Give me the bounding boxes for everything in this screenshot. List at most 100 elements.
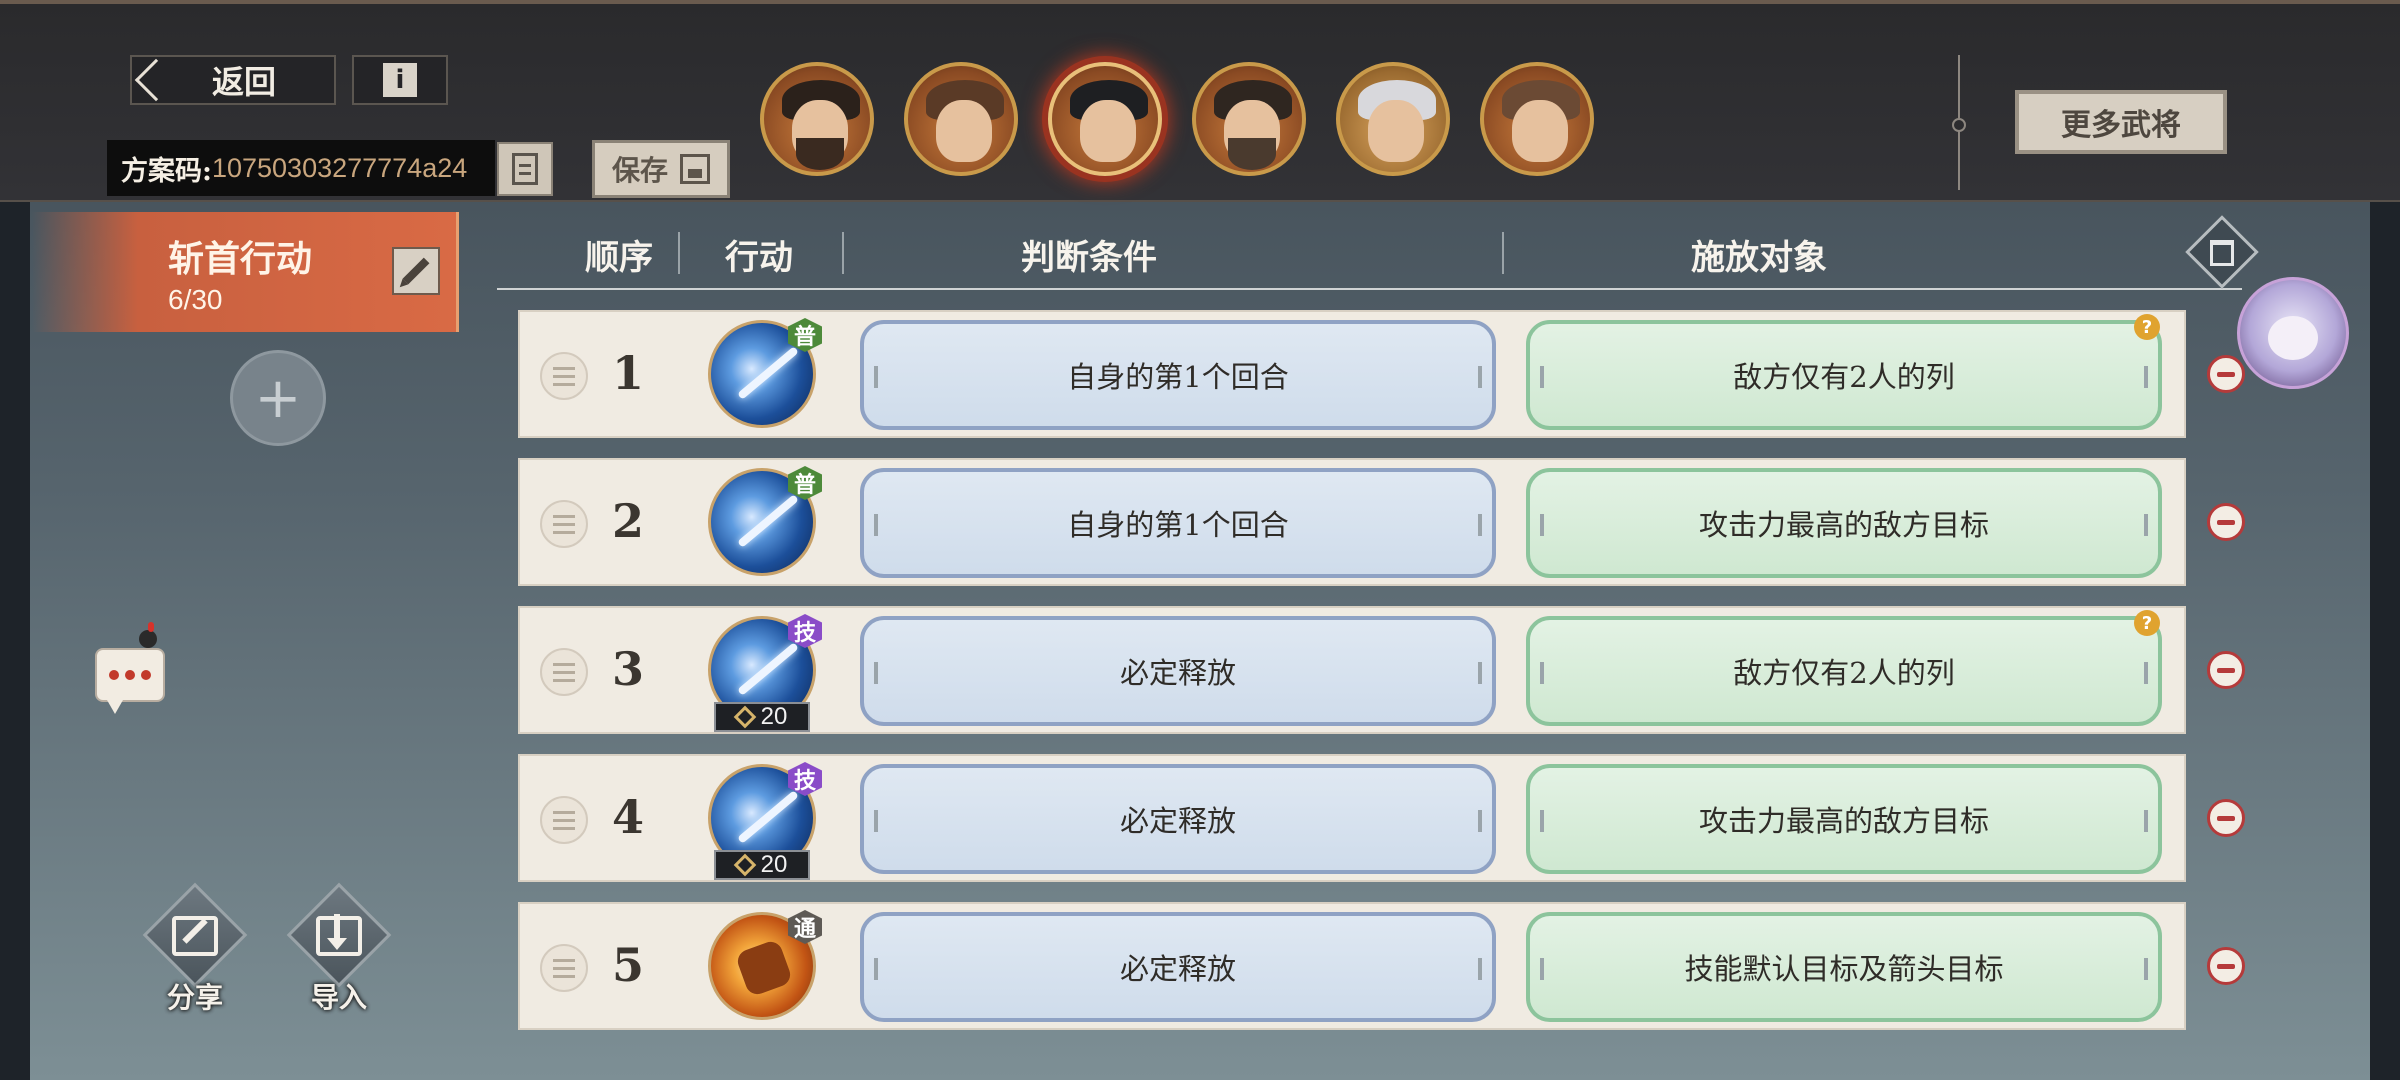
target-text: 敌方仅有2人的列 (1733, 656, 1955, 690)
remove-row-button[interactable] (2207, 651, 2245, 689)
minus-icon (2217, 519, 2235, 525)
skill-cost: 20 (760, 703, 788, 730)
copy-document-icon (512, 153, 538, 185)
row-order: 3 (611, 642, 644, 696)
scheme-code-value: 10750303277774a24 (211, 152, 468, 183)
header-action: 行动 (725, 238, 793, 278)
more-heroes-label: 更多武将 (2061, 108, 2181, 143)
energy-icon (733, 705, 756, 729)
condition-selector[interactable]: 必定释放 (860, 912, 1496, 1022)
back-arrow-icon (134, 58, 178, 102)
hero-avatar-5[interactable] (1336, 62, 1450, 176)
trash-icon (2210, 240, 2234, 266)
header-separator (1502, 232, 1504, 274)
condition-text: 自身的第1个回合 (1067, 508, 1289, 542)
table-header: 顺序 行动 判断条件 施放对象 (497, 218, 2242, 290)
pencil-icon (402, 257, 430, 285)
remove-row-button[interactable] (2207, 947, 2245, 985)
scheme-code-label: 方案码: (121, 155, 212, 187)
target-selector[interactable]: 攻击力最高的敌方目标 (1526, 468, 2162, 578)
drag-handle[interactable] (540, 648, 588, 696)
target-selector[interactable]: 技能默认目标及箭头目标 (1526, 912, 2162, 1022)
plan-name: 斩首行动 (168, 238, 313, 280)
back-label: 返回 (212, 63, 277, 101)
target-text: 技能默认目标及箭头目标 (1684, 952, 2004, 986)
condition-text: 必定释放 (1119, 952, 1236, 986)
condition-selector[interactable]: 自身的第1个回合 (860, 468, 1496, 578)
hero-avatar-4[interactable] (1192, 62, 1306, 176)
hero-avatar-3-selected[interactable] (1048, 62, 1162, 176)
chat-bubble-icon (95, 648, 165, 714)
header-target: 施放对象 (1691, 238, 1827, 278)
minus-icon (2217, 667, 2235, 673)
table-row: 1 普 自身的第1个回合 敌方仅有2人的列 ? (518, 310, 2186, 438)
help-icon[interactable]: ? (2134, 610, 2160, 636)
hero-avatar-2[interactable] (904, 62, 1018, 176)
skill-cost-tag: 20 (714, 702, 810, 732)
row-order: 5 (611, 938, 644, 992)
import-icon (316, 914, 362, 956)
save-button[interactable]: 保存 (592, 140, 730, 198)
divider-ornament (1952, 118, 1966, 132)
remove-row-button[interactable] (2207, 799, 2245, 837)
energy-icon (733, 853, 756, 877)
header-separator (842, 232, 844, 274)
share-label: 分享 (166, 981, 223, 1014)
header-order: 顺序 (585, 238, 653, 278)
share-icon (172, 916, 218, 956)
copy-code-button[interactable] (497, 142, 553, 196)
help-icon[interactable]: ? (2134, 314, 2160, 340)
save-floppy-icon (680, 154, 710, 184)
table-row: 2 普 自身的第1个回合 攻击力最高的敌方目标 (518, 458, 2186, 586)
drag-handle[interactable] (540, 500, 588, 548)
import-button[interactable]: 导入 (284, 882, 394, 1018)
skill-cost: 20 (760, 851, 788, 878)
import-label: 导入 (310, 981, 367, 1014)
info-icon: i (383, 63, 417, 97)
table-row: 5 通 必定释放 技能默认目标及箭头目标 (518, 902, 2186, 1030)
share-button[interactable]: 分享 (140, 882, 250, 1018)
drag-handle[interactable] (540, 352, 588, 400)
remove-row-button[interactable] (2207, 503, 2245, 541)
target-selector[interactable]: 敌方仅有2人的列 (1526, 320, 2162, 430)
condition-text: 必定释放 (1119, 656, 1236, 690)
target-selector[interactable]: 攻击力最高的敌方目标 (1526, 764, 2162, 874)
hero-avatar-1[interactable] (760, 62, 874, 176)
add-plan-button[interactable]: + (230, 350, 326, 446)
header-condition: 判断条件 (1021, 238, 1157, 278)
row-order: 4 (611, 790, 644, 844)
header-separator (678, 232, 680, 274)
row-order: 2 (611, 494, 644, 548)
chat-button[interactable] (95, 622, 167, 714)
row-order: 1 (611, 346, 644, 400)
back-button[interactable]: 返回 (130, 55, 336, 105)
plan-count: 6/30 (168, 284, 223, 315)
table-row: 3 技 20 必定释放 敌方仅有2人的列 ? (518, 606, 2186, 734)
save-label: 保存 (611, 154, 668, 187)
scheme-code-display: 方案码: 10750303277774a24 (107, 140, 495, 196)
skill-cost-tag: 20 (714, 850, 810, 880)
plus-icon: + (254, 365, 302, 431)
target-text: 敌方仅有2人的列 (1733, 360, 1955, 394)
minus-icon (2217, 371, 2235, 377)
condition-selector[interactable]: 必定释放 (860, 616, 1496, 726)
target-text: 攻击力最高的敌方目标 (1698, 508, 1989, 542)
condition-text: 自身的第1个回合 (1067, 360, 1289, 394)
condition-selector[interactable]: 必定释放 (860, 764, 1496, 874)
more-heroes-button[interactable]: 更多武将 (2015, 90, 2227, 154)
drag-handle[interactable] (540, 796, 588, 844)
minus-icon (2217, 963, 2235, 969)
info-button[interactable]: i (352, 55, 448, 105)
table-row: 4 技 20 必定释放 攻击力最高的敌方目标 (518, 754, 2186, 882)
condition-selector[interactable]: 自身的第1个回合 (860, 320, 1496, 430)
drag-handle[interactable] (540, 944, 588, 992)
assistant-avatar[interactable] (2237, 277, 2349, 389)
hero-avatar-6[interactable] (1480, 62, 1594, 176)
remove-row-button[interactable] (2207, 355, 2245, 393)
minus-icon (2217, 815, 2235, 821)
edit-plan-name-button[interactable] (392, 247, 440, 295)
target-selector[interactable]: 敌方仅有2人的列 (1526, 616, 2162, 726)
target-text: 攻击力最高的敌方目标 (1698, 804, 1989, 838)
chat-notification-badge (139, 622, 157, 648)
condition-text: 必定释放 (1119, 804, 1236, 838)
